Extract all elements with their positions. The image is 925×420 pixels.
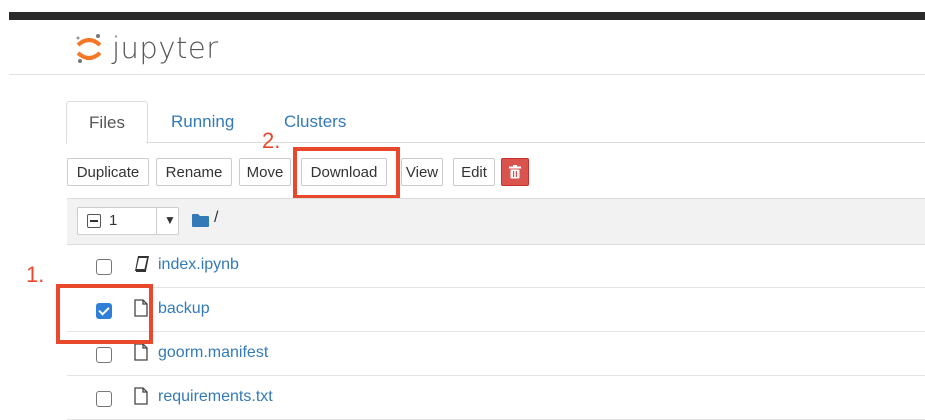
- tab-files[interactable]: Files: [66, 101, 148, 144]
- move-button[interactable]: Move: [239, 158, 291, 186]
- caret-down-icon[interactable]: ▼: [164, 213, 176, 227]
- logo-text: jupyter: [112, 31, 219, 65]
- file-name-link[interactable]: backup: [158, 300, 210, 318]
- annotation-step-1: 1.: [26, 262, 45, 287]
- notebook-icon: [135, 256, 149, 272]
- select-all-dropdown[interactable]: 1 ▼: [77, 207, 179, 235]
- file-icon: [134, 343, 148, 361]
- rename-button[interactable]: Rename: [156, 158, 232, 186]
- view-button[interactable]: View: [401, 158, 443, 186]
- file-name-link[interactable]: index.ipynb: [158, 256, 239, 274]
- selector-divider: [156, 208, 157, 234]
- duplicate-button[interactable]: Duplicate: [67, 158, 149, 186]
- tab-running[interactable]: Running: [171, 101, 234, 142]
- file-row-checkbox[interactable]: [96, 347, 112, 363]
- annotation-box-download: [293, 147, 400, 199]
- annotation-step-2: 2.: [262, 128, 281, 153]
- edit-button[interactable]: Edit: [453, 158, 495, 186]
- top-dark-bar: [9, 12, 925, 20]
- jupyter-logo[interactable]: jupyter: [74, 30, 219, 66]
- breadcrumb-path[interactable]: /: [214, 209, 218, 227]
- delete-button[interactable]: [501, 158, 529, 186]
- file-row[interactable]: index.ipynb: [67, 244, 925, 288]
- file-row[interactable]: backup: [67, 288, 925, 332]
- file-row[interactable]: requirements.txt: [67, 376, 925, 420]
- file-name-link[interactable]: goorm.manifest: [158, 344, 268, 362]
- file-icon: [134, 387, 148, 405]
- select-all-checkbox[interactable]: [87, 214, 101, 228]
- tab-clusters[interactable]: Clusters: [284, 101, 346, 142]
- folder-icon[interactable]: [192, 214, 209, 227]
- file-name-link[interactable]: requirements.txt: [158, 388, 273, 406]
- file-list-header: 1 ▼ /: [67, 198, 925, 245]
- jupyter-logo-icon: [76, 34, 102, 63]
- trash-icon: [509, 165, 521, 179]
- header: jupyter: [9, 20, 925, 75]
- file-row-checkbox[interactable]: [96, 391, 112, 407]
- file-row[interactable]: goorm.manifest: [67, 332, 925, 376]
- annotation-box-checkbox: [56, 284, 153, 344]
- file-row-checkbox[interactable]: [96, 259, 112, 275]
- selected-count: 1: [109, 212, 118, 229]
